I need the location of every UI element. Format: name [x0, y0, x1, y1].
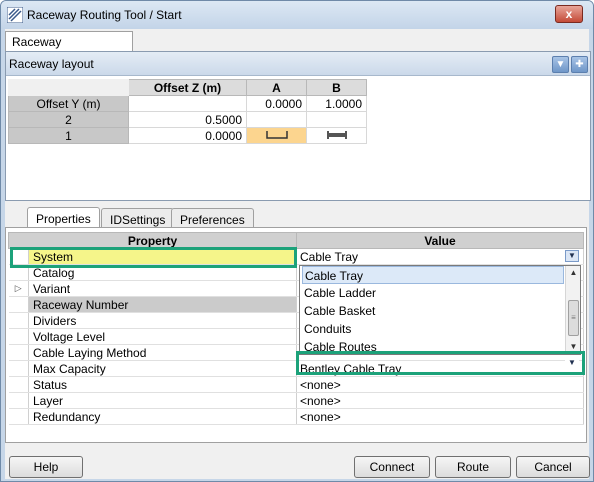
value-column-header: Value: [296, 232, 584, 249]
row-header-2[interactable]: 2: [8, 111, 129, 128]
cancel-button[interactable]: Cancel: [516, 456, 590, 478]
raceway-layout-header: Raceway layout ▼ ✚: [6, 52, 590, 76]
close-button[interactable]: x: [555, 5, 583, 23]
status-value[interactable]: <none>: [296, 376, 584, 393]
collapse-down-icon[interactable]: ▼: [552, 56, 569, 73]
dropdown-option-cable-basket[interactable]: Cable Basket: [302, 302, 564, 320]
scroll-thumb[interactable]: ≡: [568, 300, 579, 336]
column-header-offset-z[interactable]: Offset Z (m): [128, 79, 247, 96]
property-cable-laying-method[interactable]: Cable Laying Method: [28, 344, 297, 361]
row-2-a-cell[interactable]: [246, 111, 307, 128]
system-dropdown-arrow-icon[interactable]: ▼: [565, 250, 579, 262]
row-2-b-cell[interactable]: [306, 111, 367, 128]
raceway-configuration-tab[interactable]: Raceway configuration: [5, 31, 133, 63]
scroll-up-icon[interactable]: ▲: [568, 268, 579, 278]
property-max-capacity[interactable]: Max Capacity: [28, 360, 297, 377]
dropdown-option-cable-ladder[interactable]: Cable Ladder: [302, 284, 564, 302]
system-highlight-box: [10, 247, 297, 268]
row-1-b-cell[interactable]: [306, 127, 367, 144]
property-voltage-level[interactable]: Voltage Level: [28, 328, 297, 345]
raceway-layout-title: Raceway layout: [9, 57, 94, 71]
tray-solid-icon: [326, 130, 347, 139]
row-2-offset-z-cell[interactable]: 0.5000: [128, 111, 247, 128]
row-1-a-cell[interactable]: [246, 127, 307, 144]
column-header-b[interactable]: B: [306, 79, 367, 96]
row-1-offset-z-cell[interactable]: 0.0000: [128, 127, 247, 144]
tray-open-icon: [265, 130, 288, 139]
offset-y-b-cell[interactable]: 1.0000: [306, 95, 367, 112]
expand-arrow-icon[interactable]: ▷: [8, 280, 29, 297]
property-raceway-number[interactable]: Raceway Number: [28, 296, 297, 313]
redundancy-value[interactable]: <none>: [296, 408, 584, 425]
raceway-layout-grid: Offset Z (m) A B Offset Y (m) 0.0000 1.0…: [8, 79, 367, 144]
column-header-a[interactable]: A: [246, 79, 307, 96]
route-button[interactable]: Route: [435, 456, 511, 478]
title-bar: Raceway Routing Tool / Start x: [1, 1, 593, 29]
dropdown-option-conduits[interactable]: Conduits: [302, 320, 564, 338]
dropdown-option-cable-tray[interactable]: Cable Tray: [302, 266, 564, 284]
row-header-1[interactable]: 1: [8, 127, 129, 144]
property-dividers[interactable]: Dividers: [28, 312, 297, 329]
dropdown-scrollbar[interactable]: ▲ ≡ ▼: [565, 266, 580, 354]
grid-cell[interactable]: [128, 95, 247, 112]
help-button[interactable]: Help: [9, 456, 83, 478]
offset-y-a-cell[interactable]: 0.0000: [246, 95, 307, 112]
row-header-offset-y: Offset Y (m): [8, 95, 129, 112]
pin-icon[interactable]: ✚: [571, 56, 588, 73]
property-layer[interactable]: Layer: [28, 392, 297, 409]
connect-button[interactable]: Connect: [354, 456, 430, 478]
raceway-routing-window: Raceway Routing Tool / Start x Raceway c…: [0, 0, 594, 482]
raceway-layout-panel: Raceway layout ▼ ✚ Offset Z (m) A B Offs…: [5, 51, 591, 201]
system-value-combo[interactable]: Cable Tray: [296, 248, 584, 265]
layer-value[interactable]: <none>: [296, 392, 584, 409]
property-variant[interactable]: Variant: [28, 280, 297, 297]
property-status[interactable]: Status: [28, 376, 297, 393]
app-icon: [7, 7, 23, 23]
max-capacity-highlight-box: [296, 351, 585, 375]
window-title: Raceway Routing Tool / Start: [27, 8, 182, 22]
property-redundancy[interactable]: Redundancy: [28, 408, 297, 425]
system-dropdown-list: Cable Tray Cable Ladder Cable Basket Con…: [299, 265, 581, 355]
